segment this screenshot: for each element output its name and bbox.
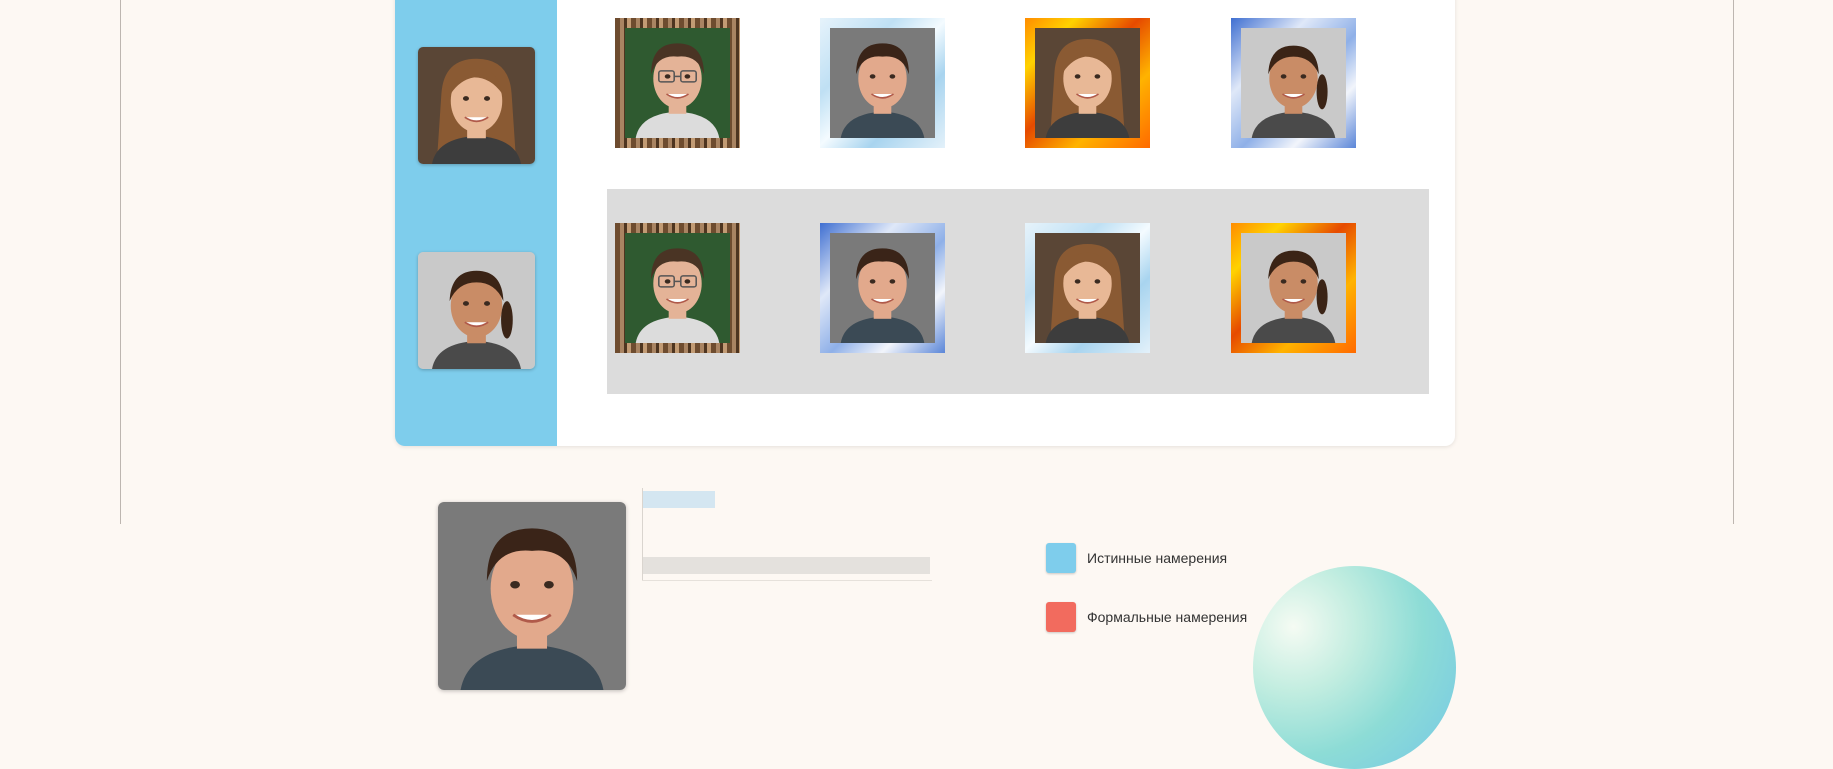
legend-true-intentions: Истинные намерения — [1046, 543, 1227, 573]
result-face-photo — [438, 502, 626, 690]
legend-swatch-blue — [1046, 543, 1076, 573]
legend-swatch-red — [1046, 602, 1076, 632]
face-photo — [1241, 28, 1346, 138]
page-divider-right — [1733, 0, 1734, 524]
legend-label: Формальные намерения — [1087, 609, 1248, 625]
face-photo — [1035, 233, 1140, 343]
bar-true-intentions — [643, 491, 715, 508]
bar-formal-intentions — [643, 557, 930, 574]
candidate-woman-brown-hair-water-frame[interactable] — [1025, 223, 1150, 353]
candidate-man-glasses-wood-frame[interactable] — [615, 18, 740, 148]
legend-formal-intentions: Формальные намерения — [1046, 602, 1247, 632]
face-photo — [625, 233, 730, 343]
bar-baseline — [642, 580, 932, 581]
candidate-young-man-sky-frame[interactable] — [820, 223, 945, 353]
face-photo — [1241, 233, 1346, 343]
legend-label: Истинные намерения — [1087, 550, 1228, 566]
candidate-woman-dark-ponytail-sky-frame[interactable] — [1231, 18, 1356, 148]
reference-column — [395, 0, 557, 446]
face-matching-panel — [395, 0, 1455, 446]
face-photo — [830, 28, 935, 138]
face-photo — [830, 233, 935, 343]
face-photo — [625, 28, 730, 138]
reference-face-2[interactable] — [418, 252, 535, 369]
candidate-young-man-water-frame[interactable] — [820, 18, 945, 148]
face-photo — [1035, 28, 1140, 138]
page-divider-left — [120, 0, 121, 524]
decorative-gradient-circle — [1253, 566, 1456, 769]
candidate-man-glasses-wood-frame[interactable] — [615, 223, 740, 353]
reference-face-1[interactable] — [418, 47, 535, 164]
candidate-woman-dark-ponytail-fire-frame[interactable] — [1231, 223, 1356, 353]
candidate-woman-brown-hair-fire-frame[interactable] — [1025, 18, 1150, 148]
